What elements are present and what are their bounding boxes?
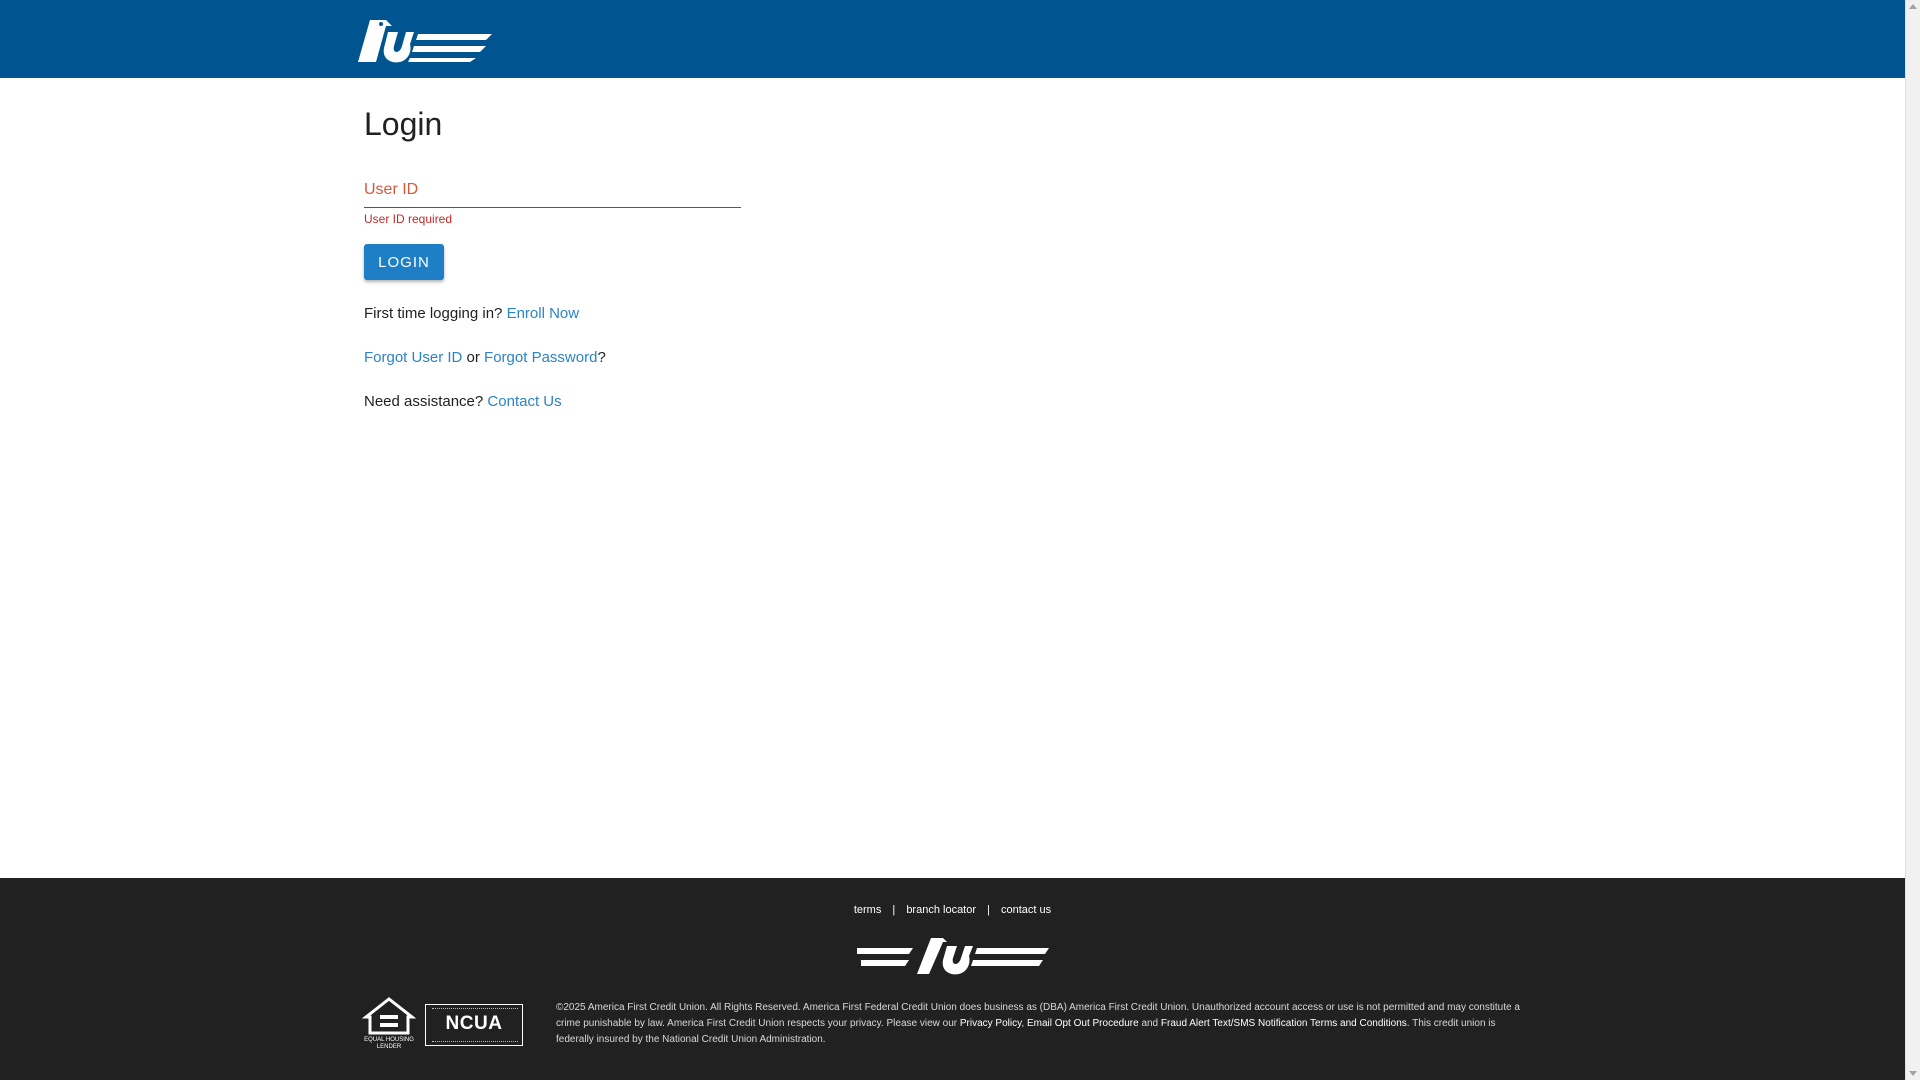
help-prompt: Need assistance? bbox=[364, 393, 484, 410]
or-text: or bbox=[466, 349, 480, 366]
svg-text:LENDER: LENDER bbox=[377, 1044, 402, 1049]
enroll-now-link[interactable]: Enroll Now bbox=[507, 305, 580, 322]
footer-link-branch-locator[interactable]: branch locator bbox=[906, 904, 976, 916]
legal-and: and bbox=[1141, 1018, 1159, 1029]
privacy-policy-link[interactable]: Privacy Policy bbox=[960, 1018, 1022, 1029]
brand-logo-icon[interactable] bbox=[352, 16, 492, 64]
ncua-fine-print bbox=[432, 1041, 518, 1043]
enroll-prompt: First time logging in? bbox=[364, 305, 503, 322]
page-footer: terms | branch locator | contact us EQUA… bbox=[0, 878, 1905, 1080]
footer-separator: | bbox=[892, 904, 896, 916]
footer-links: terms | branch locator | contact us bbox=[0, 904, 1905, 916]
forgot-userid-link[interactable]: Forgot User ID bbox=[364, 349, 462, 366]
svg-text:EQUAL HOUSING: EQUAL HOUSING bbox=[364, 1037, 414, 1043]
userid-input[interactable] bbox=[364, 176, 741, 207]
ncua-label: NCUA bbox=[445, 1013, 503, 1034]
question-mark: ? bbox=[597, 349, 606, 366]
top-header bbox=[0, 0, 1905, 78]
vertical-scrollbar[interactable] bbox=[1905, 0, 1920, 1080]
ncua-badge: NCUA bbox=[425, 1004, 523, 1046]
scroll-up-arrow-icon[interactable] bbox=[1909, 4, 1917, 9]
login-button[interactable]: LOGIN bbox=[364, 244, 444, 280]
footer-brand-logo-icon bbox=[857, 938, 1049, 975]
scroll-down-arrow-icon[interactable] bbox=[1909, 1071, 1917, 1076]
equal-housing-lender-icon: EQUAL HOUSING LENDER bbox=[362, 997, 416, 1049]
enroll-line: First time logging in? Enroll Now bbox=[364, 305, 579, 322]
fraud-alert-terms-link[interactable]: Fraud Alert Text/SMS Notification Terms … bbox=[1161, 1018, 1407, 1029]
forgot-line: Forgot User ID or Forgot Password? bbox=[364, 349, 606, 366]
footer-link-contact-us[interactable]: contact us bbox=[1001, 904, 1051, 916]
contact-us-link[interactable]: Contact Us bbox=[487, 393, 561, 410]
userid-error-message: User ID required bbox=[364, 212, 453, 226]
legal-comma: , bbox=[1021, 1018, 1025, 1029]
userid-field[interactable]: User ID bbox=[364, 176, 741, 208]
footer-link-terms[interactable]: terms bbox=[854, 904, 882, 916]
ncua-fine-print bbox=[432, 1008, 518, 1010]
page-title: Login bbox=[364, 106, 443, 142]
footer-separator: | bbox=[987, 904, 990, 916]
footer-legal-text: ©2025 America First Credit Union. All Ri… bbox=[556, 1000, 1536, 1048]
email-opt-out-link[interactable]: Email Opt Out Procedure bbox=[1027, 1018, 1139, 1029]
forgot-password-link[interactable]: Forgot Password bbox=[484, 349, 597, 366]
help-line: Need assistance? Contact Us bbox=[364, 393, 562, 410]
